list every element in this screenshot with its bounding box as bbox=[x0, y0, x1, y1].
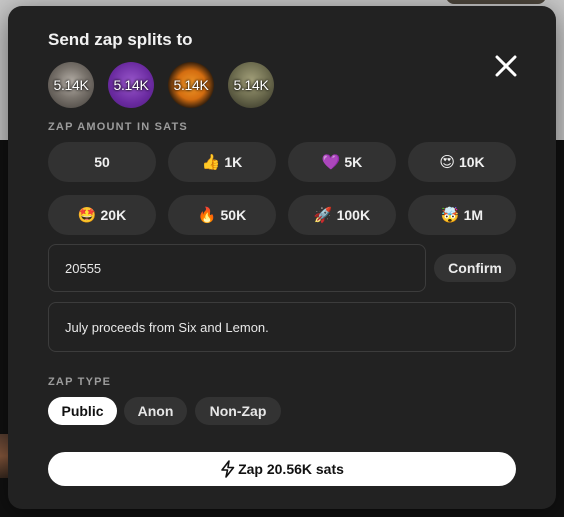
recipient-avatar[interactable]: 5.14K bbox=[168, 62, 214, 108]
heart-eyes-icon: 😍 bbox=[439, 154, 455, 171]
lightning-icon bbox=[221, 460, 235, 478]
zap-type-public[interactable]: Public bbox=[48, 397, 117, 425]
zap-splits-modal: Send zap splits to 5.14K 5.14K 5.14K 5.1… bbox=[8, 6, 556, 509]
amount-option-label: 5K bbox=[344, 154, 363, 170]
zap-amount-options: 50 👍 1K 💜 5K 😍 10K 🤩 20K 🔥 50K 🚀 100K 🤯 bbox=[48, 142, 516, 235]
amount-option-5k[interactable]: 💜 5K bbox=[288, 142, 396, 182]
background-thumbnail bbox=[446, 0, 546, 4]
amount-option-100k[interactable]: 🚀 100K bbox=[288, 195, 396, 235]
fire-icon: 🔥 bbox=[197, 207, 217, 224]
confirm-button[interactable]: Confirm bbox=[434, 254, 516, 282]
purple-heart-icon: 💜 bbox=[321, 154, 341, 171]
amount-option-50[interactable]: 50 bbox=[48, 142, 156, 182]
zap-type-non-zap[interactable]: Non-Zap bbox=[195, 397, 281, 425]
amount-option-1m[interactable]: 🤯 1M bbox=[408, 195, 516, 235]
zap-submit-label: Zap 20.56K sats bbox=[238, 461, 344, 477]
close-button[interactable] bbox=[492, 52, 520, 80]
zap-amount-section-label: ZAP AMOUNT IN SATS bbox=[48, 121, 188, 133]
amount-option-label: 50 bbox=[94, 154, 110, 170]
rocket-icon: 🚀 bbox=[313, 207, 333, 224]
recipient-split-amount: 5.14K bbox=[233, 77, 269, 93]
recipient-avatar[interactable]: 5.14K bbox=[48, 62, 94, 108]
amount-option-label: 100K bbox=[336, 207, 371, 223]
amount-option-50k[interactable]: 🔥 50K bbox=[168, 195, 276, 235]
amount-option-label: 1M bbox=[463, 207, 484, 223]
amount-option-label: 1K bbox=[224, 154, 243, 170]
zap-submit-button[interactable]: Zap 20.56K sats bbox=[48, 452, 516, 486]
recipient-avatar[interactable]: 5.14K bbox=[108, 62, 154, 108]
recipient-avatars: 5.14K 5.14K 5.14K 5.14K bbox=[48, 62, 288, 110]
amount-option-20k[interactable]: 🤩 20K bbox=[48, 195, 156, 235]
recipient-avatar[interactable]: 5.14K bbox=[228, 62, 274, 108]
custom-amount-input[interactable]: 20555 bbox=[48, 244, 426, 292]
zap-type-selector: Public Anon Non-Zap bbox=[48, 397, 348, 425]
amount-option-label: 20K bbox=[100, 207, 127, 223]
amount-option-label: 10K bbox=[458, 154, 485, 170]
mind-blown-icon: 🤯 bbox=[440, 207, 460, 224]
recipient-split-amount: 5.14K bbox=[113, 77, 149, 93]
modal-title: Send zap splits to bbox=[48, 30, 193, 49]
amount-option-1k[interactable]: 👍 1K bbox=[168, 142, 276, 182]
recipient-split-amount: 5.14K bbox=[173, 77, 209, 93]
zap-type-section-label: ZAP TYPE bbox=[48, 376, 112, 388]
amount-option-10k[interactable]: 😍 10K bbox=[408, 142, 516, 182]
star-struck-icon: 🤩 bbox=[77, 207, 97, 224]
zap-type-anon[interactable]: Anon bbox=[124, 397, 187, 425]
close-icon bbox=[495, 55, 517, 77]
comment-input[interactable]: July proceeds from Six and Lemon. bbox=[48, 302, 516, 352]
thumbs-up-icon: 👍 bbox=[201, 154, 221, 171]
amount-option-label: 50K bbox=[220, 207, 247, 223]
recipient-split-amount: 5.14K bbox=[53, 77, 89, 93]
